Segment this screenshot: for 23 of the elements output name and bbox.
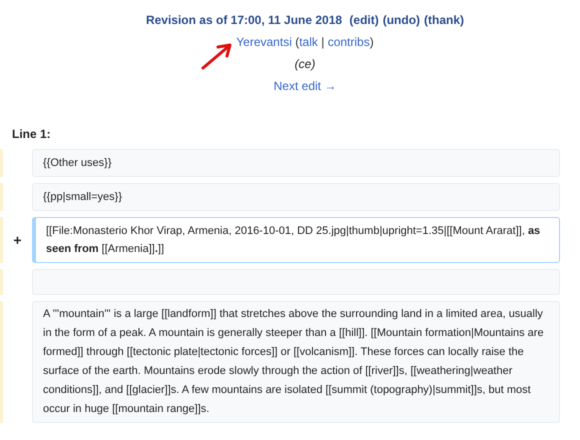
revision-action-link[interactable]: (undo) bbox=[382, 13, 420, 27]
added-line-cell: [[File:Monasterio Khor Virap, Armenia, 2016-10-01, DD 25.jpg|thumb|upright=1.35|[[Mount Ararat]], as seen from [[Armenia]].]] bbox=[32, 217, 560, 263]
diff-side-strip bbox=[0, 217, 3, 263]
revision-action-link[interactable]: (thank) bbox=[424, 13, 464, 27]
paren-text: ( bbox=[295, 35, 300, 49]
user-link[interactable]: Yerevantsi bbox=[236, 35, 292, 49]
added-marker: + bbox=[13, 232, 22, 248]
line-number-label: Line 1: bbox=[12, 127, 52, 141]
diff-side-strip bbox=[0, 269, 3, 295]
context-line-cell: A '''mountain''' is a large [[landform]] that stretches above the surrounding land in a limited area, usually in the form of a peak. A mountain is generally steeper than a [[hill]]. [[Mountain formation|Mountains are formed]] through [[tectonic plate|tectonic forces]] or [[volcanism]]. These forces can locally raise the surface of the earth. Mountains erode slowly through the action of [[river]]s, [[weathering|weather conditions]], and [[glacier]]s. A few mountains are isolated [[summit (topography)|summit]]s, but most occur in huge [[mountain range]]s. bbox=[32, 301, 560, 423]
edit-summary: (ce) bbox=[294, 57, 316, 71]
context-line-cell: {{pp|small=yes}} bbox=[32, 183, 560, 211]
context-line-cell: {{Other uses}} bbox=[32, 149, 560, 177]
diff-side-strip bbox=[0, 149, 3, 177]
arrow-annotation-icon bbox=[200, 41, 234, 71]
next-edit-link[interactable]: Next edit → bbox=[274, 79, 336, 93]
talk-link[interactable]: talk bbox=[299, 35, 318, 49]
paren-text: ) bbox=[370, 35, 374, 49]
revision-action-link[interactable]: (edit) bbox=[349, 13, 379, 27]
revision-link[interactable]: Revision as of 17:00, 11 June 2018 bbox=[146, 13, 342, 27]
separator-text: | bbox=[321, 35, 324, 49]
contribs-link[interactable]: contribs bbox=[328, 35, 370, 49]
diff-side-strip bbox=[0, 183, 3, 211]
